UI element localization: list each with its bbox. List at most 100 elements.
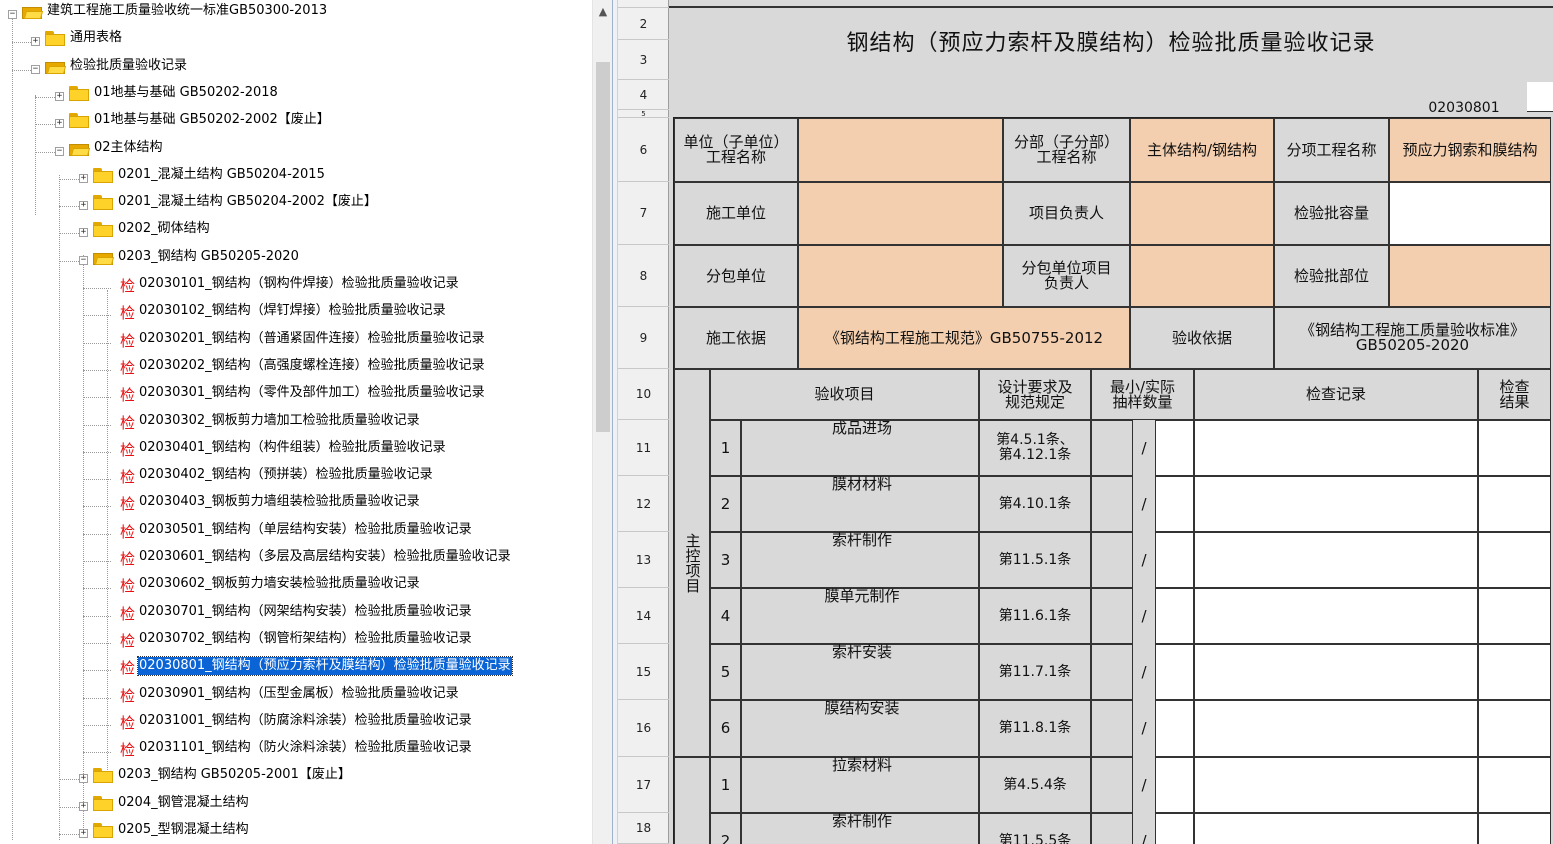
check-result-field[interactable] bbox=[1478, 588, 1551, 644]
tree-folder-item[interactable]: − 02主体结构 bbox=[0, 135, 592, 162]
expand-toggle-icon[interactable]: + bbox=[79, 228, 88, 237]
tree-leaf-item[interactable]: 检 02030202_钢结构（高强度螺栓连接）检验批质量验收记录 bbox=[0, 353, 592, 380]
row-header[interactable]: 4 bbox=[618, 80, 669, 110]
tree-folder-item[interactable]: +0201_混凝土结构 GB50204-2015 bbox=[0, 162, 592, 189]
scroll-thumb[interactable] bbox=[596, 62, 610, 432]
row-header[interactable]: 10 bbox=[618, 369, 669, 420]
sample-min-field[interactable] bbox=[1091, 700, 1133, 757]
collapse-toggle-icon[interactable]: − bbox=[55, 147, 64, 156]
tree-leaf-item[interactable]: 检 02030201_钢结构（普通紧固件连接）检验批质量验收记录 bbox=[0, 326, 592, 353]
tree-folder-item[interactable]: +01地基与基础 GB50202-2002【废止】 bbox=[0, 107, 592, 134]
check-record-field[interactable] bbox=[1194, 813, 1478, 844]
expand-toggle-icon[interactable]: + bbox=[31, 37, 40, 46]
row-header[interactable]: 9 bbox=[618, 307, 669, 369]
tree-folder-item[interactable]: − 建筑工程施工质量验收统一标准GB50300-2013 bbox=[0, 0, 592, 25]
check-result-field[interactable] bbox=[1478, 644, 1551, 700]
check-record-field[interactable] bbox=[1194, 588, 1478, 644]
tree-folder-item[interactable]: − 检验批质量验收记录 bbox=[0, 53, 592, 80]
sub-pm-field[interactable] bbox=[1130, 245, 1274, 307]
sample-actual-field[interactable] bbox=[1155, 757, 1194, 813]
construction-basis-field[interactable]: 《钢结构工程施工规范》GB50755-2012 bbox=[798, 307, 1130, 369]
expand-toggle-icon[interactable]: + bbox=[79, 201, 88, 210]
row-header[interactable]: 12 bbox=[618, 476, 669, 532]
expand-toggle-icon[interactable]: + bbox=[79, 829, 88, 838]
check-record-field[interactable] bbox=[1194, 757, 1478, 813]
row-header[interactable]: 5 bbox=[618, 110, 669, 118]
row-header[interactable]: 2 bbox=[618, 8, 669, 40]
tree-folder-item[interactable]: +0202_砌体结构 bbox=[0, 216, 592, 243]
sample-min-field[interactable] bbox=[1091, 757, 1133, 813]
sample-min-field[interactable] bbox=[1091, 588, 1133, 644]
sample-min-field[interactable] bbox=[1091, 532, 1133, 588]
division-value-field[interactable]: 主体结构/钢结构 bbox=[1130, 118, 1274, 182]
tree-leaf-item[interactable]: 检 02030602_钢板剪力墙安装检验批质量验收记录 bbox=[0, 571, 592, 598]
sample-actual-field[interactable] bbox=[1155, 700, 1194, 757]
expand-toggle-icon[interactable]: + bbox=[55, 119, 64, 128]
row-header[interactable] bbox=[618, 0, 669, 8]
unit-value-field[interactable] bbox=[798, 118, 1003, 182]
row-header[interactable]: 17 bbox=[618, 757, 669, 813]
tree-leaf-item[interactable]: 检 02030102_钢结构（焊钉焊接）检验批质量验收记录 bbox=[0, 298, 592, 325]
sample-actual-field[interactable] bbox=[1155, 588, 1194, 644]
batch-capacity-field[interactable] bbox=[1389, 182, 1551, 245]
collapse-toggle-icon[interactable]: − bbox=[79, 256, 88, 265]
sample-min-field[interactable] bbox=[1091, 813, 1133, 844]
tree-folder-item[interactable]: +0201_混凝土结构 GB50204-2002【废止】 bbox=[0, 189, 592, 216]
row-header[interactable]: 18 bbox=[618, 813, 669, 844]
sample-min-field[interactable] bbox=[1091, 476, 1133, 532]
project-manager-field[interactable] bbox=[1130, 182, 1274, 245]
tree-leaf-item[interactable]: 检 02030301_钢结构（零件及部件加工）检验批质量验收记录 bbox=[0, 380, 592, 407]
tree-leaf-item[interactable]: 检 02030101_钢结构（钢构件焊接）检验批质量验收记录 bbox=[0, 271, 592, 298]
check-result-field[interactable] bbox=[1478, 420, 1551, 476]
expand-toggle-icon[interactable]: + bbox=[79, 774, 88, 783]
tree-folder-item[interactable]: − 0203_钢结构 GB50205-2020 bbox=[0, 244, 592, 271]
tree-folder-item[interactable]: +01地基与基础 GB50202-2018 bbox=[0, 80, 592, 107]
batch-location-field[interactable] bbox=[1389, 245, 1551, 307]
contractor-value-field[interactable] bbox=[798, 182, 1003, 245]
row-header[interactable]: 3 bbox=[618, 40, 669, 80]
tree-folder-item[interactable]: +0204_钢管混凝土结构 bbox=[0, 790, 592, 817]
tree-folder-item[interactable]: + 通用表格 bbox=[0, 25, 592, 52]
tree-leaf-item[interactable]: 检 02031001_钢结构（防腐涂料涂装）检验批质量验收记录 bbox=[0, 708, 592, 735]
check-result-field[interactable] bbox=[1478, 757, 1551, 813]
sample-actual-field[interactable] bbox=[1155, 532, 1194, 588]
scroll-up-arrow-icon[interactable]: ▲ bbox=[593, 0, 613, 24]
tree-leaf-item[interactable]: 检 02031101_钢结构（防火涂料涂装）检验批质量验收记录 bbox=[0, 735, 592, 762]
tree-folder-item[interactable]: +0205_型钢混凝土结构 bbox=[0, 817, 592, 844]
row-header[interactable]: 16 bbox=[618, 700, 669, 757]
tree-view[interactable]: − 建筑工程施工质量验收统一标准GB50300-2013 + 通用表格 − 检验批质量验收… bbox=[0, 0, 592, 844]
tree-scrollbar[interactable]: ▲ bbox=[592, 0, 612, 844]
row-header[interactable]: 11 bbox=[618, 420, 669, 476]
tree-leaf-item[interactable]: 检 02030601_钢结构（多层及高层结构安装）检验批质量验收记录 bbox=[0, 544, 592, 571]
expand-toggle-icon[interactable]: + bbox=[79, 174, 88, 183]
sample-actual-field[interactable] bbox=[1155, 420, 1194, 476]
sample-actual-field[interactable] bbox=[1155, 476, 1194, 532]
check-result-field[interactable] bbox=[1478, 476, 1551, 532]
check-record-field[interactable] bbox=[1194, 532, 1478, 588]
sample-min-field[interactable] bbox=[1091, 644, 1133, 700]
collapse-toggle-icon[interactable]: − bbox=[8, 10, 17, 19]
expand-toggle-icon[interactable]: + bbox=[55, 92, 64, 101]
check-result-field[interactable] bbox=[1478, 813, 1551, 844]
check-result-field[interactable] bbox=[1478, 700, 1551, 757]
tree-leaf-item[interactable]: 检 02030402_钢结构（预拼装）检验批质量验收记录 bbox=[0, 462, 592, 489]
tree-leaf-item[interactable]: 检 02030901_钢结构（压型金属板）检验批质量验收记录 bbox=[0, 681, 592, 708]
sample-actual-field[interactable] bbox=[1155, 813, 1194, 844]
row-header[interactable]: 15 bbox=[618, 644, 669, 700]
check-result-field[interactable] bbox=[1478, 532, 1551, 588]
tree-leaf-item[interactable]: 检 02030801_钢结构（预应力索杆及膜结构）检验批质量验收记录 bbox=[0, 653, 592, 680]
tree-leaf-item[interactable]: 检 02030702_钢结构（钢管桁架结构）检验批质量验收记录 bbox=[0, 626, 592, 653]
check-record-field[interactable] bbox=[1194, 476, 1478, 532]
sample-actual-field[interactable] bbox=[1155, 644, 1194, 700]
row-header[interactable]: 8 bbox=[618, 245, 669, 307]
check-record-field[interactable] bbox=[1194, 644, 1478, 700]
collapse-toggle-icon[interactable]: − bbox=[31, 65, 40, 74]
subitem-value-field[interactable]: 预应力钢索和膜结构 bbox=[1389, 118, 1551, 182]
subcontractor-field[interactable] bbox=[798, 245, 1003, 307]
row-header[interactable]: 7 bbox=[618, 182, 669, 245]
tree-leaf-item[interactable]: 检 02030302_钢板剪力墙加工检验批质量验收记录 bbox=[0, 408, 592, 435]
tree-leaf-item[interactable]: 检 02030501_钢结构（单层结构安装）检验批质量验收记录 bbox=[0, 517, 592, 544]
tree-leaf-item[interactable]: 检 02030701_钢结构（网架结构安装）检验批质量验收记录 bbox=[0, 599, 592, 626]
expand-toggle-icon[interactable]: + bbox=[79, 802, 88, 811]
row-header[interactable]: 6 bbox=[618, 118, 669, 182]
